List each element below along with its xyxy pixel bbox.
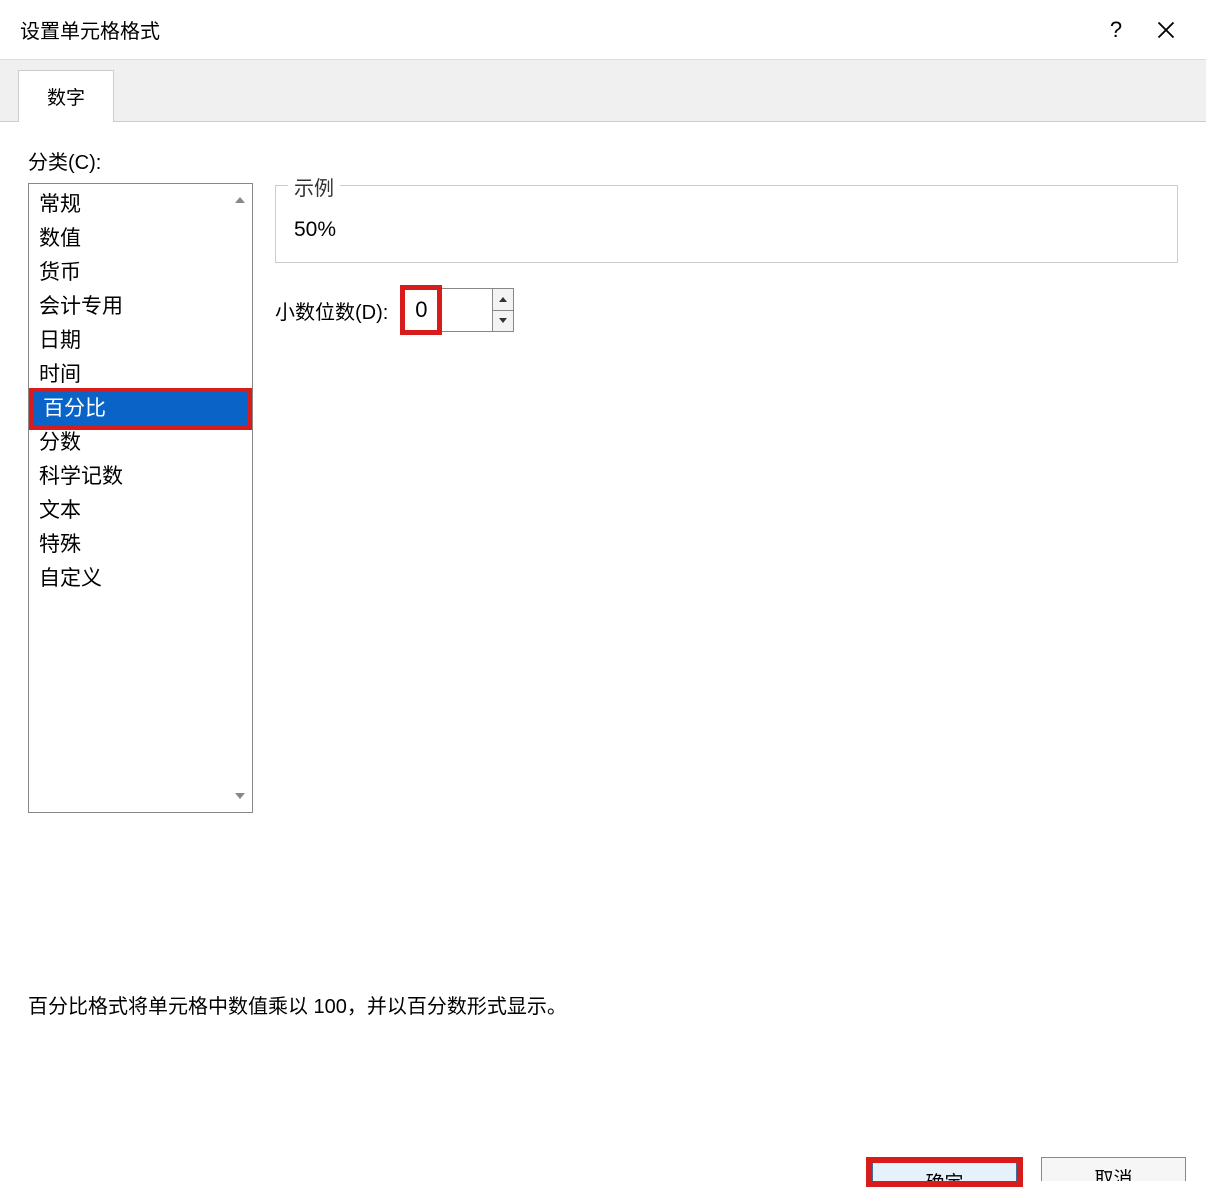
close-icon xyxy=(1156,20,1176,40)
sample-legend: 示例 xyxy=(288,172,340,201)
decimal-input-highlight xyxy=(400,285,442,335)
chevron-down-icon xyxy=(499,318,507,323)
category-item-3[interactable]: 会计专用 xyxy=(29,290,252,324)
spinner-track xyxy=(442,288,492,332)
category-item-9[interactable]: 文本 xyxy=(29,494,252,528)
cancel-button[interactable]: 取消 xyxy=(1041,1157,1186,1181)
decimal-places-label: 小数位数(D): xyxy=(275,296,388,325)
decimal-spinner xyxy=(400,285,514,335)
category-label: 分类(C): xyxy=(28,146,1178,175)
category-item-6[interactable]: 百分比 xyxy=(29,388,252,430)
category-item-5[interactable]: 时间 xyxy=(29,358,252,392)
chevron-up-icon xyxy=(499,297,507,302)
category-item-10[interactable]: 特殊 xyxy=(29,528,252,562)
tab-strip: 数字 xyxy=(0,60,1206,122)
spinner-up-button[interactable] xyxy=(493,289,513,311)
titlebar: 设置单元格格式 ? xyxy=(0,0,1206,60)
scroll-down-icon[interactable] xyxy=(230,784,250,808)
spinner-down-button[interactable] xyxy=(493,311,513,332)
help-button[interactable]: ? xyxy=(1091,5,1141,55)
dialog-title: 设置单元格格式 xyxy=(20,15,1091,44)
category-item-1[interactable]: 数值 xyxy=(29,222,252,256)
dialog-buttons: 确定 取消 xyxy=(866,1157,1186,1187)
content-area: 分类(C): 常规数值货币会计专用日期时间百分比分数科学记数文本特殊自定义 示例… xyxy=(0,122,1206,1187)
decimal-places-input[interactable] xyxy=(405,290,437,330)
category-listbox[interactable]: 常规数值货币会计专用日期时间百分比分数科学记数文本特殊自定义 xyxy=(28,183,253,813)
main-row: 常规数值货币会计专用日期时间百分比分数科学记数文本特殊自定义 示例 50% 小数… xyxy=(28,183,1178,813)
spinner-buttons xyxy=(492,288,514,332)
category-item-7[interactable]: 分数 xyxy=(29,426,252,460)
sample-fieldset: 示例 50% xyxy=(275,185,1178,263)
category-item-8[interactable]: 科学记数 xyxy=(29,460,252,494)
right-panel: 示例 50% 小数位数(D): xyxy=(275,183,1178,813)
ok-button[interactable]: 确定 xyxy=(872,1161,1017,1187)
ok-button-highlight: 确定 xyxy=(866,1157,1023,1187)
category-item-11[interactable]: 自定义 xyxy=(29,562,252,596)
format-description: 百分比格式将单元格中数值乘以 100，并以百分数形式显示。 xyxy=(28,990,567,1019)
category-item-0[interactable]: 常规 xyxy=(29,188,252,222)
decimal-row: 小数位数(D): xyxy=(275,285,1178,335)
cancel-button-wrap: 取消 xyxy=(1041,1157,1186,1181)
tab-number[interactable]: 数字 xyxy=(18,70,114,122)
sample-value: 50% xyxy=(294,204,1159,242)
close-button[interactable] xyxy=(1141,5,1191,55)
category-item-4[interactable]: 日期 xyxy=(29,324,252,358)
category-item-2[interactable]: 货币 xyxy=(29,256,252,290)
scroll-up-icon[interactable] xyxy=(230,188,250,212)
